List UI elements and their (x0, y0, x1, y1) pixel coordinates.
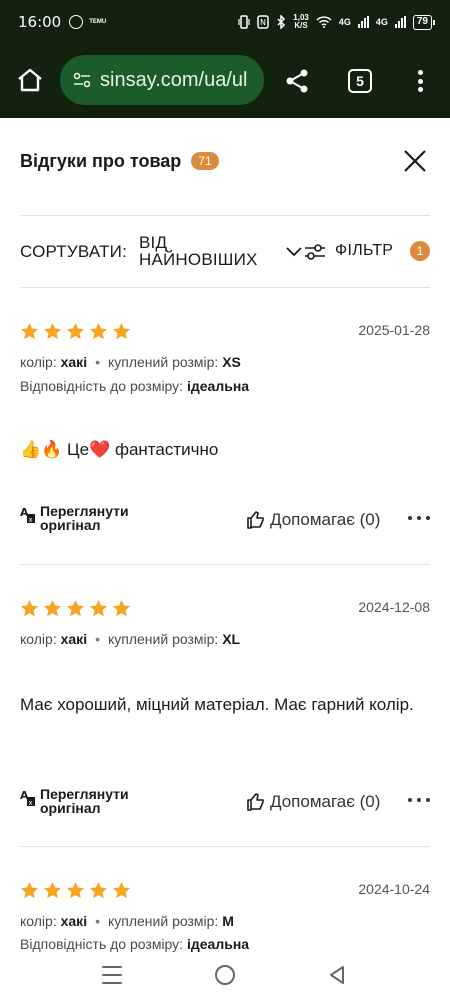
share-icon[interactable] (284, 68, 310, 94)
system-nav-bar (0, 952, 450, 1000)
star-icon (20, 599, 39, 617)
chevron-down-icon[interactable] (285, 244, 303, 258)
review-date: 2024-12-08 (358, 599, 430, 615)
reviews-header: Відгуки про товар 71 (20, 146, 430, 176)
review-item: 2024-12-08 колір: хакі • куплений розмір: … (20, 599, 430, 819)
star-icon (43, 881, 62, 899)
more-options-icon[interactable] (408, 513, 430, 523)
translate-icon: Ax (20, 789, 35, 807)
rating-stars (20, 322, 131, 341)
rating-stars (20, 881, 131, 900)
star-icon (89, 599, 108, 617)
more-options-icon[interactable] (408, 795, 430, 805)
sort-dropdown[interactable]: ВІД НАЙНОВІШИХ (139, 234, 279, 268)
view-original-button[interactable]: Ax Переглянути оригінал (20, 504, 150, 532)
review-date: 2025-01-28 (358, 322, 430, 338)
star-icon (112, 322, 131, 340)
translate-icon: Ax (20, 506, 35, 524)
temu-notification-icon: TEMU (89, 19, 107, 25)
home-icon[interactable] (16, 66, 44, 94)
vibrate-icon (238, 15, 250, 29)
review-item: 2024-10-24 колір: хакі • куплений розмір: … (20, 881, 430, 952)
star-icon (112, 599, 131, 617)
thumbs-up-icon (247, 511, 264, 529)
status-bar: 16:00 TEMU N 1,03 K/S 4G 4G 79 (0, 0, 450, 44)
back-icon[interactable] (328, 964, 346, 986)
rating-stars (20, 599, 131, 618)
star-icon (43, 322, 62, 340)
review-fit: Відповідність до розміру: ідеальна (20, 378, 250, 394)
signal-icon (357, 16, 369, 28)
close-icon[interactable] (402, 148, 428, 174)
helpful-button[interactable]: Допомагає (0) (246, 510, 380, 530)
home-nav-icon[interactable] (215, 965, 235, 985)
nfc-icon: N (257, 15, 270, 29)
divider (20, 846, 430, 847)
status-time: 16:00 (18, 13, 62, 31)
star-icon (89, 322, 108, 340)
star-icon (66, 599, 85, 617)
star-icon (66, 322, 85, 340)
url-bar[interactable]: sinsay.com/ua/ul (60, 55, 264, 105)
review-item: 2025-01-28 колір: хакі • куплений розмір: … (20, 322, 430, 537)
star-icon (20, 322, 39, 340)
star-icon (66, 881, 85, 899)
star-icon (20, 881, 39, 899)
divider (20, 215, 430, 216)
call-notification-icon (69, 15, 84, 29)
review-text: 👍🔥 Це❤️ фантастично (20, 440, 219, 459)
divider (20, 564, 430, 565)
review-attributes: колір: хакі • куплений розмір: XS (20, 354, 241, 370)
sort-filter-row: СОРТУВАТИ: ВІД НАЙНОВІШИХ ФІЛЬТР 1 (20, 232, 430, 272)
review-date: 2024-10-24 (358, 881, 430, 897)
svg-text:x: x (29, 799, 33, 807)
helpful-button[interactable]: Допомагає (0) (246, 792, 380, 812)
battery-icon: 79 (412, 14, 436, 30)
network-speed: 1,03 K/S (293, 13, 309, 30)
review-fit: Відповідність до розміру: ідеальна (20, 936, 250, 952)
url-text[interactable]: sinsay.com/ua/ul (100, 69, 247, 92)
star-icon (89, 881, 108, 899)
bluetooth-icon (277, 15, 286, 29)
divider (20, 287, 430, 288)
wifi-icon (316, 16, 332, 28)
view-original-button[interactable]: Ax Переглянути оригінал (20, 787, 150, 815)
star-icon (43, 599, 62, 617)
filter-count-badge: 1 (410, 241, 430, 261)
signal-icon-2 (394, 16, 406, 28)
review-attributes: колір: хакі • куплений розмір: M (20, 913, 234, 929)
filter-icon[interactable] (304, 242, 326, 262)
site-settings-icon[interactable] (72, 70, 92, 90)
network-type-1: 4G (338, 17, 351, 27)
svg-text:N: N (260, 18, 266, 27)
network-type-2: 4G (375, 17, 388, 27)
browser-menu-icon[interactable] (408, 68, 432, 94)
recents-icon[interactable] (102, 966, 122, 984)
thumbs-up-icon (247, 793, 264, 811)
reviews-count-badge: 71 (191, 152, 219, 170)
page-title: Відгуки про товар (20, 150, 182, 171)
star-icon (112, 881, 131, 899)
svg-text:x: x (29, 516, 33, 524)
browser-toolbar: sinsay.com/ua/ul 5 (0, 44, 450, 118)
review-attributes: колір: хакі • куплений розмір: XL (20, 631, 241, 647)
tab-switcher-button[interactable]: 5 (348, 69, 372, 93)
filter-button[interactable]: ФІЛЬТР (335, 242, 393, 260)
sort-label: СОРТУВАТИ: (20, 242, 127, 261)
review-text: Має хороший, міцний матеріал. Має гарний… (20, 695, 414, 714)
